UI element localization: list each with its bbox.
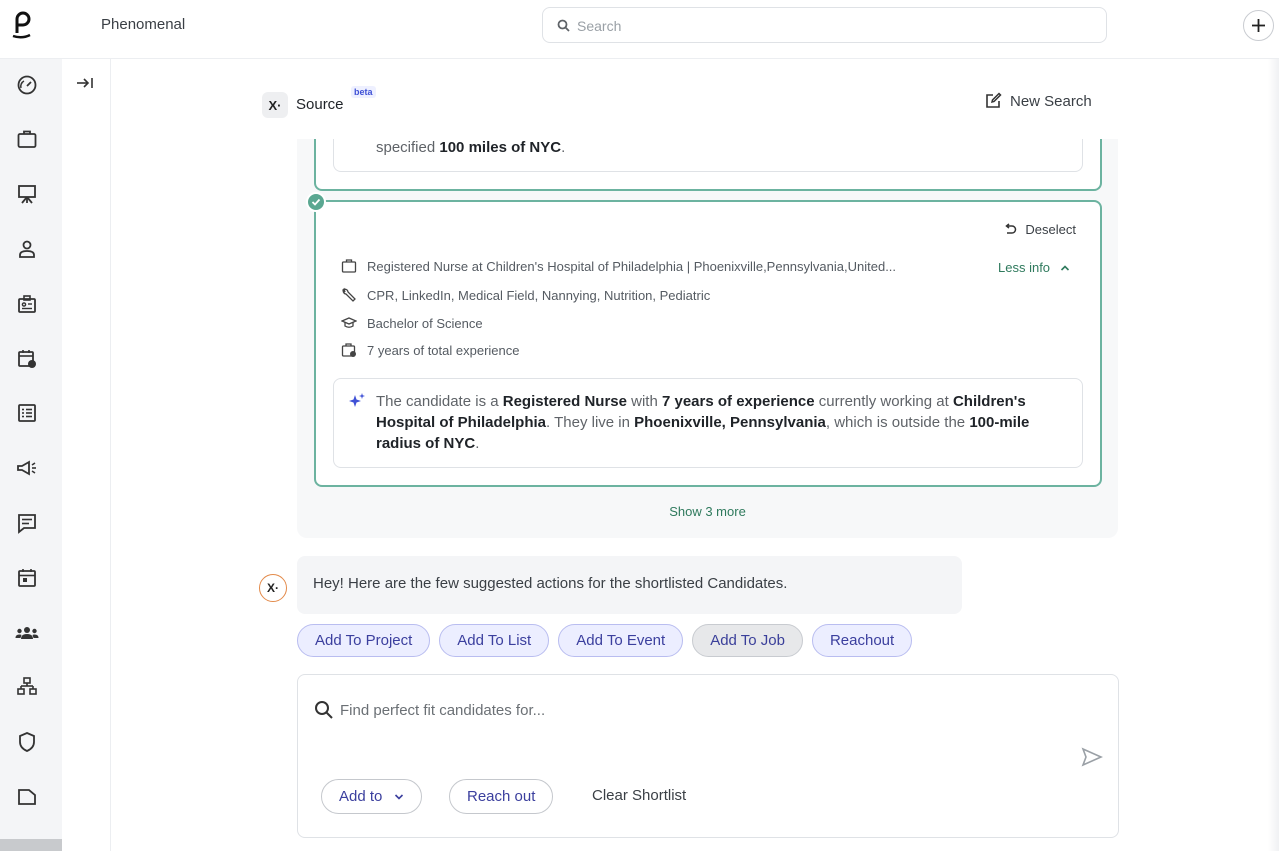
create-button[interactable] — [1243, 10, 1274, 41]
graduation-cap-icon — [341, 315, 357, 331]
plus-icon — [1252, 19, 1265, 32]
check-icon — [306, 192, 326, 212]
candidate-education-row: Bachelor of Science — [341, 315, 483, 331]
main-content: X· Source beta New Search specified 100 … — [111, 59, 1279, 851]
reach-out-label: Reach out — [467, 788, 536, 805]
undo-icon — [1003, 222, 1017, 237]
people-icon[interactable] — [15, 621, 39, 645]
sidebar — [0, 59, 62, 851]
dashboard-icon[interactable] — [15, 73, 39, 97]
search-icon — [314, 700, 334, 720]
previous-summary-text: specified 100 miles of NYC. — [376, 139, 566, 156]
assistant-avatar: X· — [259, 574, 287, 602]
calendar-clock-icon[interactable] — [15, 347, 39, 371]
candidate-search-input[interactable] — [340, 699, 1040, 721]
experience-icon — [341, 342, 357, 358]
add-to-label: Add to — [339, 788, 383, 805]
deselect-button[interactable]: Deselect — [1003, 222, 1076, 237]
briefcase-icon — [341, 258, 357, 274]
less-info-toggle[interactable]: Less info — [998, 260, 1070, 275]
add-to-job-button[interactable]: Add To Job — [692, 624, 803, 657]
assistant-message: Hey! Here are the few suggested actions … — [297, 556, 962, 614]
show-more-link[interactable]: Show 3 more — [297, 504, 1118, 519]
chevron-up-icon — [1060, 264, 1070, 272]
edit-icon — [984, 92, 1002, 110]
secondary-panel — [62, 59, 111, 851]
ai-summary-text: The candidate is a Registered Nurse with… — [376, 393, 1030, 452]
message-icon[interactable] — [15, 511, 39, 535]
list-icon[interactable] — [15, 401, 39, 425]
id-badge-icon[interactable] — [15, 292, 39, 316]
global-search[interactable] — [542, 7, 1107, 43]
reach-out-button[interactable]: Reach out — [449, 779, 554, 814]
beta-badge: beta — [351, 86, 376, 98]
candidate-title: Registered Nurse at Children's Hospital … — [367, 258, 897, 274]
add-to-list-button[interactable]: Add To List — [439, 624, 550, 657]
expand-panel-icon[interactable] — [76, 76, 94, 90]
sparkle-icon — [348, 392, 366, 410]
app-name: Phenomenal — [101, 16, 186, 33]
less-info-label: Less info — [998, 260, 1051, 275]
shield-icon[interactable] — [15, 730, 39, 754]
search-icon — [557, 19, 570, 32]
presentation-icon[interactable] — [15, 182, 39, 206]
suggested-actions: Add To Project Add To List Add To Event … — [297, 624, 913, 657]
reachout-button[interactable]: Reachout — [811, 624, 913, 657]
previous-summary-box: specified 100 miles of NYC. — [333, 139, 1083, 172]
candidate-experience-row: 7 years of total experience — [341, 342, 519, 358]
search-composer: Add to Reach out Clear Shortlist — [297, 674, 1119, 838]
phenom-logo-icon[interactable] — [10, 11, 34, 39]
new-search-button[interactable]: New Search — [984, 92, 1092, 110]
candidate-education: Bachelor of Science — [367, 315, 483, 331]
source-logo-icon: X· — [262, 92, 288, 118]
add-to-project-button[interactable]: Add To Project — [297, 624, 431, 657]
new-search-label: New Search — [1010, 92, 1092, 110]
sidebar-scroll-indicator — [0, 839, 62, 851]
deselect-label: Deselect — [1025, 222, 1076, 237]
page-title: Source — [296, 96, 344, 113]
candidate-card[interactable]: Deselect Registered Nurse at Children's … — [306, 192, 1102, 487]
chevron-down-icon — [394, 793, 404, 801]
candidate-skills-row: CPR, LinkedIn, Medical Field, Nannying, … — [341, 287, 710, 303]
calendar-icon[interactable] — [15, 566, 39, 590]
assistant-message-text: Hey! Here are the few suggested actions … — [313, 575, 788, 592]
candidate-skills: CPR, LinkedIn, Medical Field, Nannying, … — [367, 287, 711, 303]
candidate-experience: 7 years of total experience — [367, 342, 520, 358]
briefcase-icon[interactable] — [15, 127, 39, 151]
add-to-dropdown[interactable]: Add to — [321, 779, 423, 814]
send-icon[interactable] — [1081, 747, 1103, 767]
scrollbar-track — [1268, 59, 1279, 851]
global-search-input[interactable] — [577, 16, 1077, 36]
candidate-title-row: Registered Nurse at Children's Hospital … — [341, 258, 896, 274]
wrench-icon — [341, 287, 357, 303]
ai-summary-box: The candidate is a Registered Nurse with… — [333, 378, 1083, 468]
add-to-event-button[interactable]: Add To Event — [558, 624, 684, 657]
megaphone-icon[interactable] — [15, 456, 39, 480]
previous-candidate-card[interactable]: specified 100 miles of NYC. — [314, 139, 1102, 191]
results-panel: specified 100 miles of NYC. Deselect Reg… — [297, 139, 1118, 538]
top-bar: Phenomenal — [0, 0, 1279, 59]
person-icon[interactable] — [15, 237, 39, 261]
folder-icon[interactable] — [15, 785, 39, 809]
clear-shortlist-button[interactable]: Clear Shortlist — [592, 787, 686, 804]
org-chart-icon[interactable] — [15, 675, 39, 699]
